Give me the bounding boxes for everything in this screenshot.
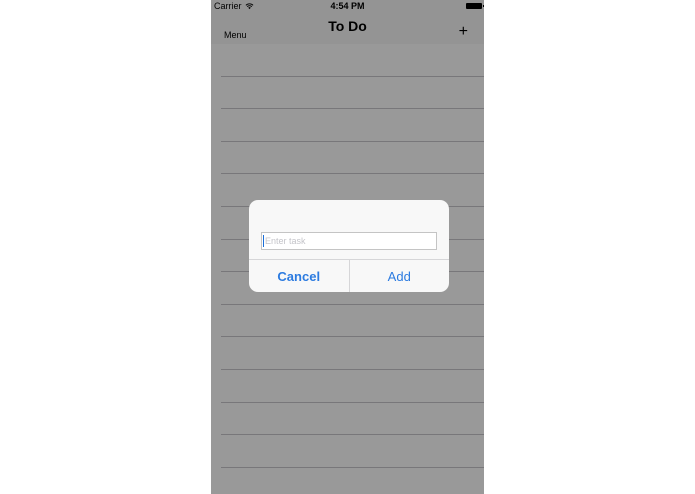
task-input[interactable]	[261, 232, 437, 250]
dialog-buttons: Cancel Add	[249, 259, 449, 292]
phone-screen: Carrier 4:54 PM Menu To Do + Cancel Add	[211, 0, 484, 494]
add-button[interactable]: Add	[350, 260, 450, 292]
screen: Carrier 4:54 PM Menu To Do + Cancel Add	[0, 0, 695, 494]
text-cursor	[263, 235, 264, 247]
cancel-button[interactable]: Cancel	[249, 260, 350, 292]
add-task-dialog: Cancel Add	[249, 200, 449, 292]
